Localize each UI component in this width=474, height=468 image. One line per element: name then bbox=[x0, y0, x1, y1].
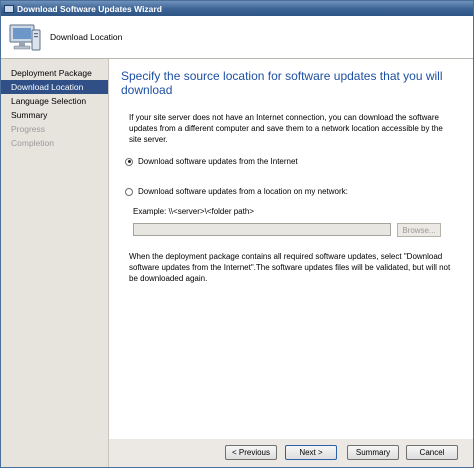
radio-internet[interactable] bbox=[125, 157, 133, 166]
option-network-label: Download software updates from a locatio… bbox=[138, 187, 348, 196]
window-title: Download Software Updates Wizard bbox=[17, 3, 162, 14]
path-example: Example: \\<server>\<folder path> bbox=[133, 207, 254, 216]
main-panel: Specify the source location for software… bbox=[109, 59, 473, 439]
button-bar: < Previous Next > Summary Cancel bbox=[109, 439, 473, 467]
step-summary[interactable]: Summary bbox=[1, 108, 108, 122]
step-completion: Completion bbox=[11, 138, 54, 148]
step-progress: Progress bbox=[11, 124, 46, 134]
network-path-input[interactable] bbox=[133, 223, 391, 236]
title-bar[interactable]: Download Software Updates Wizard bbox=[1, 1, 473, 16]
option-internet[interactable]: Download software updates from the Inter… bbox=[125, 157, 298, 166]
wizard-header: Download Location bbox=[1, 16, 473, 59]
step-deployment-package[interactable]: Deployment Package bbox=[1, 66, 108, 80]
wizard-steps: Deployment Package Download Location Lan… bbox=[1, 59, 109, 467]
description-text: If your site server does not have an Int… bbox=[129, 113, 443, 144]
option-network[interactable]: Download software updates from a locatio… bbox=[125, 187, 348, 196]
step-language-selection[interactable]: Language Selection bbox=[1, 94, 108, 108]
radio-network[interactable] bbox=[125, 187, 133, 196]
browse-button[interactable]: Browse... bbox=[397, 223, 441, 237]
page-title: Download Location bbox=[50, 32, 123, 42]
step-download-location[interactable]: Download Location bbox=[1, 80, 108, 94]
wizard-window: Download Software Updates Wizard Downloa… bbox=[0, 0, 474, 468]
option-internet-label: Download software updates from the Inter… bbox=[138, 157, 298, 166]
section-heading: Specify the source location for software… bbox=[121, 69, 443, 97]
computer-icon bbox=[9, 24, 41, 51]
next-button[interactable]: Next > bbox=[285, 445, 337, 460]
cancel-button[interactable]: Cancel bbox=[406, 445, 458, 460]
window-icon bbox=[4, 4, 14, 13]
previous-button[interactable]: < Previous bbox=[225, 445, 277, 460]
summary-button[interactable]: Summary bbox=[347, 445, 399, 460]
note-text: When the deployment package contains all… bbox=[129, 252, 451, 283]
